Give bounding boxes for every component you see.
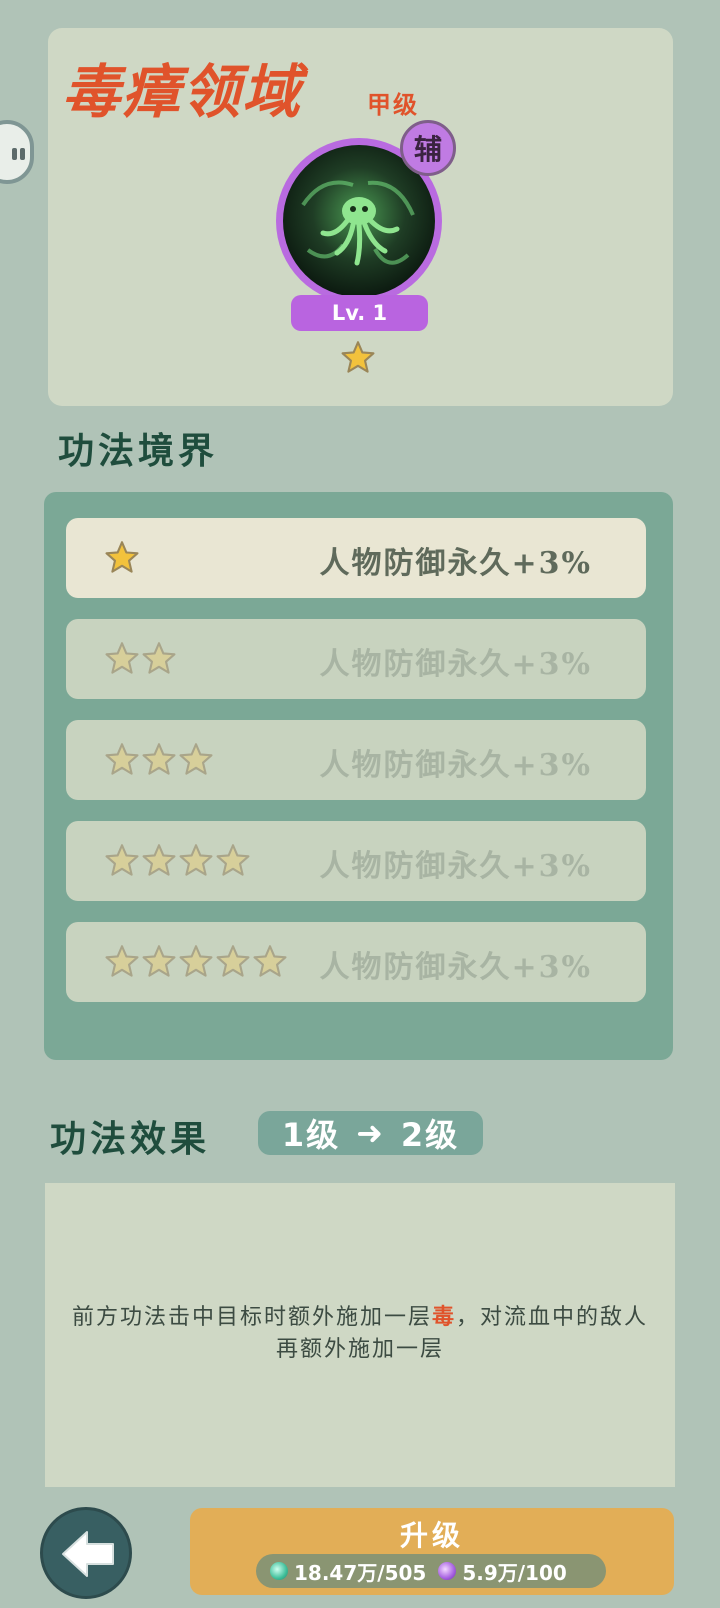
realm-bonus-text: 人物防御永久+3% (319, 748, 592, 783)
side-tab-eye-icon (20, 148, 25, 160)
star-icon (142, 945, 176, 977)
star-icon (179, 945, 213, 977)
effect-description: 前方功法击中目标时额外施加一层毒，对流血中的敌人再额外施加一层 (65, 1301, 655, 1366)
star-icon (341, 341, 375, 373)
realm-bonus-text: 人物防御永久+3% (319, 950, 592, 985)
realm-row: 人物防御永久+3% (66, 518, 646, 598)
realm-stars (104, 742, 215, 778)
effect-description-box: 前方功法击中目标时额外施加一层毒，对流血中的敌人再额外施加一层 (45, 1183, 675, 1487)
upgrade-label: 升级 (399, 1519, 464, 1552)
effect-section-title: 功法效果 (50, 1118, 211, 1160)
effect-text-before: 前方功法击中目标时额外施加一层 (71, 1305, 432, 1330)
realm-row: 人物防御永久+3% (66, 922, 646, 1002)
spirit-stone-icon (270, 1562, 288, 1580)
essence-cost: 5.9万/100 (462, 1560, 567, 1585)
star-icon (105, 743, 139, 775)
upgrade-button[interactable]: 升级 18.47万/505 5.9万/100 (190, 1508, 674, 1595)
skill-detail-screen: 毒瘴领域 甲级 辅 Lv. 1 功法境界 人物防御永久+3% 人物防御永久+3% 人… (0, 0, 720, 1608)
star-icon (216, 945, 250, 977)
effect-keyword-poison: 毒 (431, 1304, 456, 1330)
star-icon (142, 642, 176, 674)
star-icon (216, 844, 250, 876)
star-icon (105, 541, 139, 573)
realm-row: 人物防御永久+3% (66, 619, 646, 699)
from-level: 1级 (281, 1116, 341, 1154)
star-icon (105, 844, 139, 876)
arrow-left-icon (62, 1531, 114, 1577)
side-tab-eye-icon (12, 148, 17, 160)
realm-stars (104, 540, 141, 576)
role-badge: 辅 (400, 120, 456, 176)
realm-stars (104, 843, 252, 879)
skill-level: Lv. 1 (291, 295, 428, 331)
realm-panel: 人物防御永久+3% 人物防御永久+3% 人物防御永久+3% 人物防御永久+3% 人物防御… (44, 492, 673, 1060)
skill-name: 毒瘴领域 (62, 58, 303, 126)
back-button[interactable] (40, 1507, 132, 1599)
realm-stars (104, 944, 289, 980)
upgrade-cost: 18.47万/505 5.9万/100 (256, 1554, 606, 1588)
to-level: 2级 (400, 1116, 460, 1154)
star-icon (105, 945, 139, 977)
realm-row: 人物防御永久+3% (66, 821, 646, 901)
realm-bonus-text: 人物防御永久+3% (319, 546, 592, 581)
skill-grade: 甲级 (367, 90, 419, 119)
star-icon (105, 642, 139, 674)
side-menu-tab[interactable] (0, 120, 34, 184)
spirit-stone-cost: 18.47万/505 (294, 1560, 427, 1585)
star-icon (142, 743, 176, 775)
realm-bonus-text: 人物防御永久+3% (319, 849, 592, 884)
realm-bonus-text: 人物防御永久+3% (319, 647, 592, 682)
arrow-right-icon: ➜ (356, 1114, 385, 1152)
essence-orb-icon (438, 1562, 457, 1580)
realm-stars (104, 641, 178, 677)
star-icon (179, 743, 213, 775)
star-icon (253, 945, 287, 977)
realm-row: 人物防御永久+3% (66, 720, 646, 800)
star-icon (179, 844, 213, 876)
level-change-badge: 1级 ➜ 2级 (258, 1111, 483, 1155)
realm-section-title: 功法境界 (58, 430, 219, 472)
star-icon (142, 844, 176, 876)
